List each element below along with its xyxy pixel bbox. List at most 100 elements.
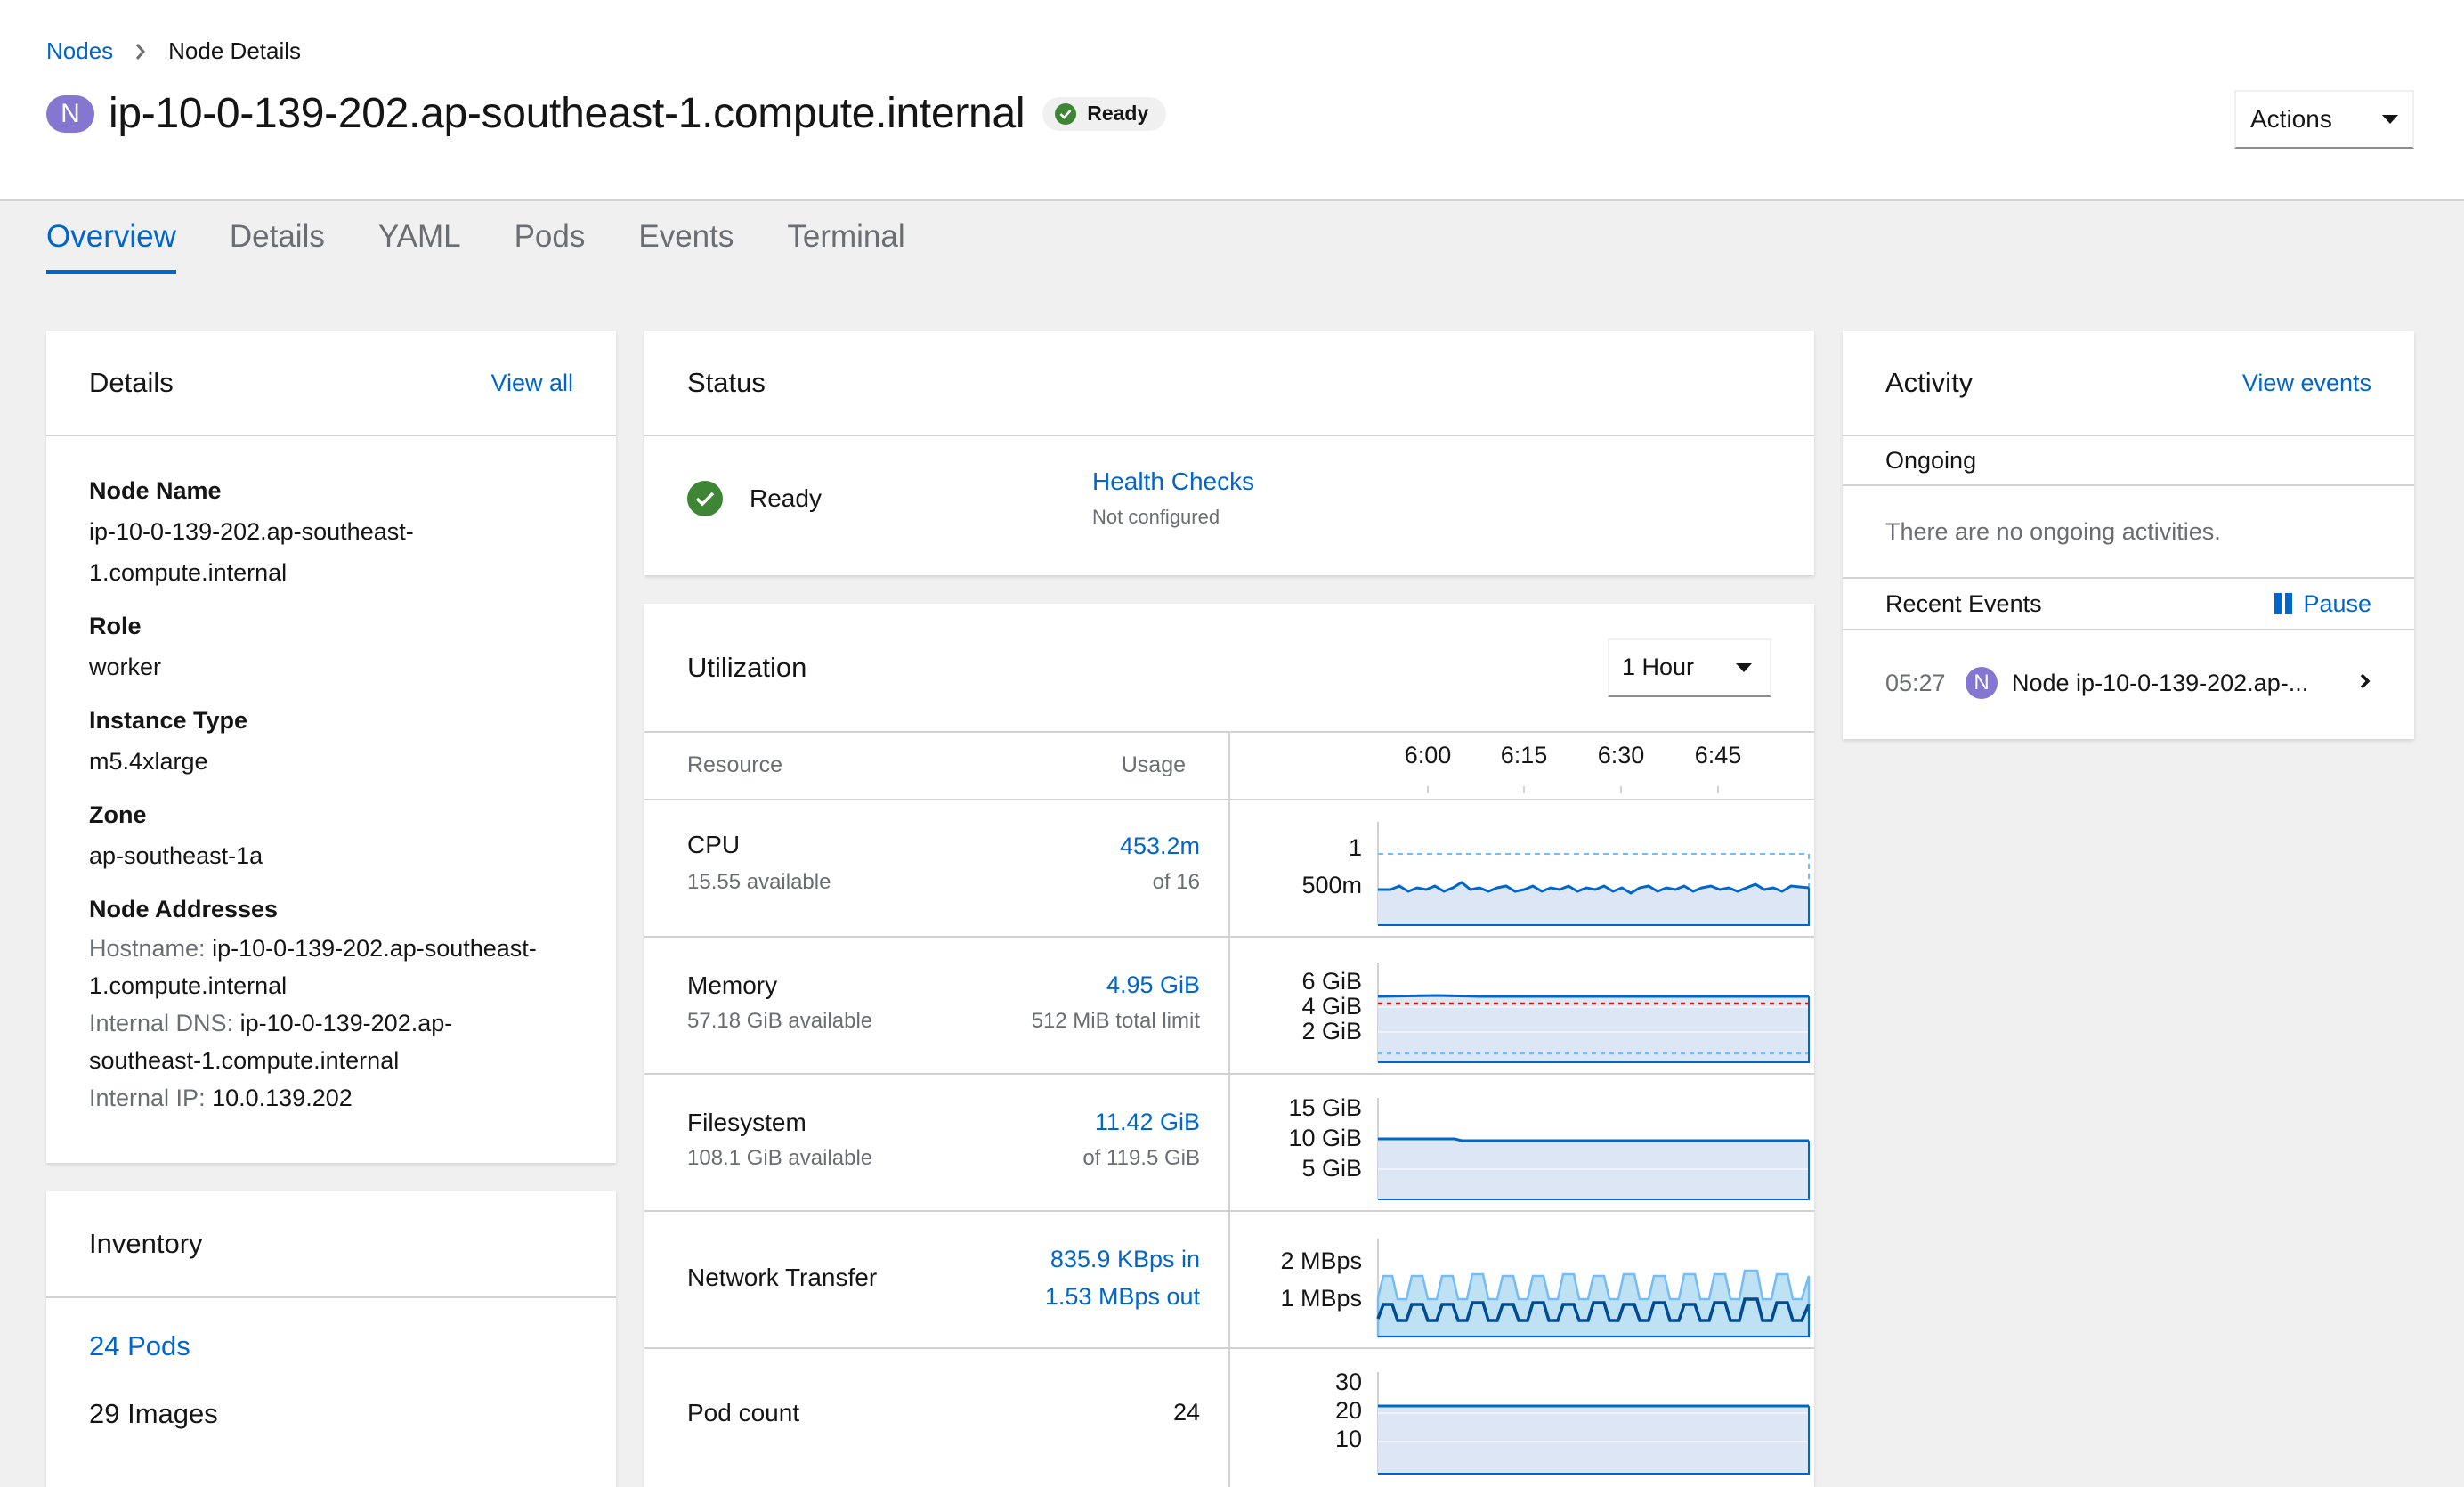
pause-label: Pause [2303,589,2371,617]
utilization-row-filesystem: Filesystem 108.1 GiB available 11.42 GiB… [644,1073,1814,1210]
internal-dns-value-line1: ip-10-0-139-202.ap- [239,1010,453,1036]
memory-available: 57.18 GiB available [687,1009,873,1033]
node-name-label: Node Name [89,477,222,504]
page-header: Nodes Node Details N ip-10-0-139-202.ap-… [0,0,2464,274]
no-ongoing-text: There are no ongoing activities. [1885,517,2221,545]
network-in-link[interactable]: 835.9 KBps in [1050,1246,1200,1273]
activity-card: Activity View events Ongoing There are n… [1843,331,2414,739]
network-sparkline-chart[interactable]: 2 MBps 1 MBps [1232,1212,1814,1347]
y-tick-label: 6 GiB [1301,968,1362,995]
pod-count-area [1378,1406,1809,1474]
filesystem-usage-link[interactable]: 11.42 GiB [1095,1109,1200,1136]
internal-ip-label: Internal IP: [89,1085,206,1111]
tab-overview[interactable]: Overview [46,214,176,274]
y-tick-label: 20 [1335,1397,1362,1424]
recent-events-header: Recent Events Pause [1843,579,2414,630]
utilization-card: Utilization 1 Hour Resource Usage 6:00 6… [644,604,1814,1487]
health-checks-link[interactable]: Health Checks [1092,467,1254,496]
y-tick-label: 5 GiB [1301,1155,1362,1182]
internal-dns-label: Internal DNS: [89,1010,234,1036]
network-out-link[interactable]: 1.53 MBps out [1045,1283,1200,1311]
activity-card-title: Activity [1885,367,1974,398]
filesystem-capacity: of 119.5 GiB [1082,1146,1200,1170]
hostname-value-line1: ip-10-0-139-202.ap-southeast- [212,935,537,962]
pod-count-label: Pod count [687,1399,800,1426]
tab-details[interactable]: Details [230,214,325,274]
details-card: Details View all Node Name ip-10-0-139-2… [46,331,616,1163]
breadcrumb-current: Node Details [168,37,302,64]
utilization-header-row: Resource Usage 6:00 6:15 6:30 6:45 [644,733,1814,799]
y-tick-label: 15 GiB [1288,1094,1362,1121]
pause-button[interactable]: Pause [2273,590,2371,618]
memory-usage-line [1377,994,1809,998]
memory-label: Memory [687,971,778,999]
cpu-available: 15.55 available [687,870,831,894]
pod-count-value: 24 [1172,1399,1200,1426]
pod-count-sparkline-chart[interactable]: 30 20 10 [1232,1349,1814,1487]
chevron-right-icon[interactable] [2359,670,2371,697]
time-range-dropdown[interactable]: 1 Hour [1608,638,1771,697]
view-events-link[interactable]: View events [2242,370,2371,397]
inventory-card-title: Inventory [89,1228,203,1259]
internal-dns-value-line2: southeast-1.compute.internal [89,1047,400,1074]
ongoing-section-header: Ongoing [1843,436,2414,486]
title-row: N ip-10-0-139-202.ap-southeast-1.compute… [46,89,1167,138]
zone-label: Zone [89,801,147,828]
y-tick-label: 500m [1301,872,1362,898]
details-list: Node Name ip-10-0-139-202.ap-southeast- … [46,436,616,1117]
recent-events-label: Recent Events [1885,589,2042,617]
cpu-sparkline-chart[interactable]: 1 500m [1232,800,1814,936]
utilization-row-cpu: CPU 15.55 available 453.2m of 16 1 500m [644,799,1814,936]
filesystem-available: 108.1 GiB available [687,1146,873,1170]
memory-sparkline-chart[interactable]: 6 GiB 4 GiB 2 GiB [1232,938,1814,1073]
caret-down-icon [2382,115,2398,124]
chevron-right-icon [134,42,147,61]
pods-count-link[interactable]: 24 Pods [89,1330,190,1361]
node-addresses-label: Node Addresses [89,896,279,922]
y-tick-label: 4 GiB [1301,993,1362,1020]
activity-card-header: Activity View events [1843,331,2414,436]
internal-ip-value: 10.0.139.202 [212,1085,353,1111]
tab-events[interactable]: Events [638,214,734,274]
tab-yaml[interactable]: YAML [378,214,461,274]
y-tick-label: 10 [1335,1426,1362,1452]
images-count: 29 Images [89,1398,218,1429]
y-tick-label: 2 MBps [1280,1247,1362,1274]
hostname-value-line2: 1.compute.internal [89,972,288,999]
utilization-row-network: Network Transfer 835.9 KBps in 1.53 MBps… [644,1210,1814,1347]
time-axis: 6:00 6:15 6:30 6:45 [1405,742,1741,793]
inventory-card: Inventory 24 Pods 29 Images [46,1191,616,1487]
y-tick-label: 1 MBps [1280,1285,1362,1312]
pause-icon [2274,593,2293,614]
utilization-card-header: Utilization 1 Hour [644,604,1814,733]
role-value: worker [89,654,162,680]
breadcrumb: Nodes Node Details [46,37,301,65]
memory-usage-link[interactable]: 4.95 GiB [1106,971,1200,999]
tab-bar: Overview Details YAML Pods Events Termin… [46,214,959,274]
instance-type-value: m5.4xlarge [89,748,208,775]
status-card-title: Status [687,367,766,398]
time-tick-label: 6:15 [1501,742,1548,768]
tab-pods[interactable]: Pods [515,214,586,274]
cpu-label: CPU [687,831,741,858]
utilization-row-memory: Memory 57.18 GiB available 4.95 GiB 512 … [644,936,1814,1073]
filesystem-sparkline-chart[interactable]: 15 GiB 10 GiB 5 GiB [1232,1075,1814,1210]
details-card-title: Details [89,367,174,398]
cpu-usage-link[interactable]: 453.2m [1120,833,1200,860]
status-badge-label: Ready [1087,102,1149,125]
y-tick-label: 10 GiB [1288,1125,1362,1151]
event-item[interactable]: 05:27 N Node ip-10-0-139-202.ap-... [1843,630,2414,735]
breadcrumb-nodes-link[interactable]: Nodes [46,37,113,65]
time-range-label: 1 Hour [1622,654,1695,680]
node-kind-badge: N [1966,667,1998,699]
inventory-card-header: Inventory [46,1191,616,1298]
ongoing-label: Ongoing [1885,446,1977,474]
instance-type-label: Instance Type [89,707,248,734]
memory-limit: 512 MiB total limit [1031,1009,1200,1033]
caret-down-icon [1736,662,1752,672]
view-all-link[interactable]: View all [490,370,573,397]
y-tick-label: 30 [1335,1369,1362,1395]
tab-terminal[interactable]: Terminal [787,214,904,274]
y-tick-label: 1 [1349,834,1362,861]
actions-dropdown[interactable]: Actions [2234,90,2414,149]
